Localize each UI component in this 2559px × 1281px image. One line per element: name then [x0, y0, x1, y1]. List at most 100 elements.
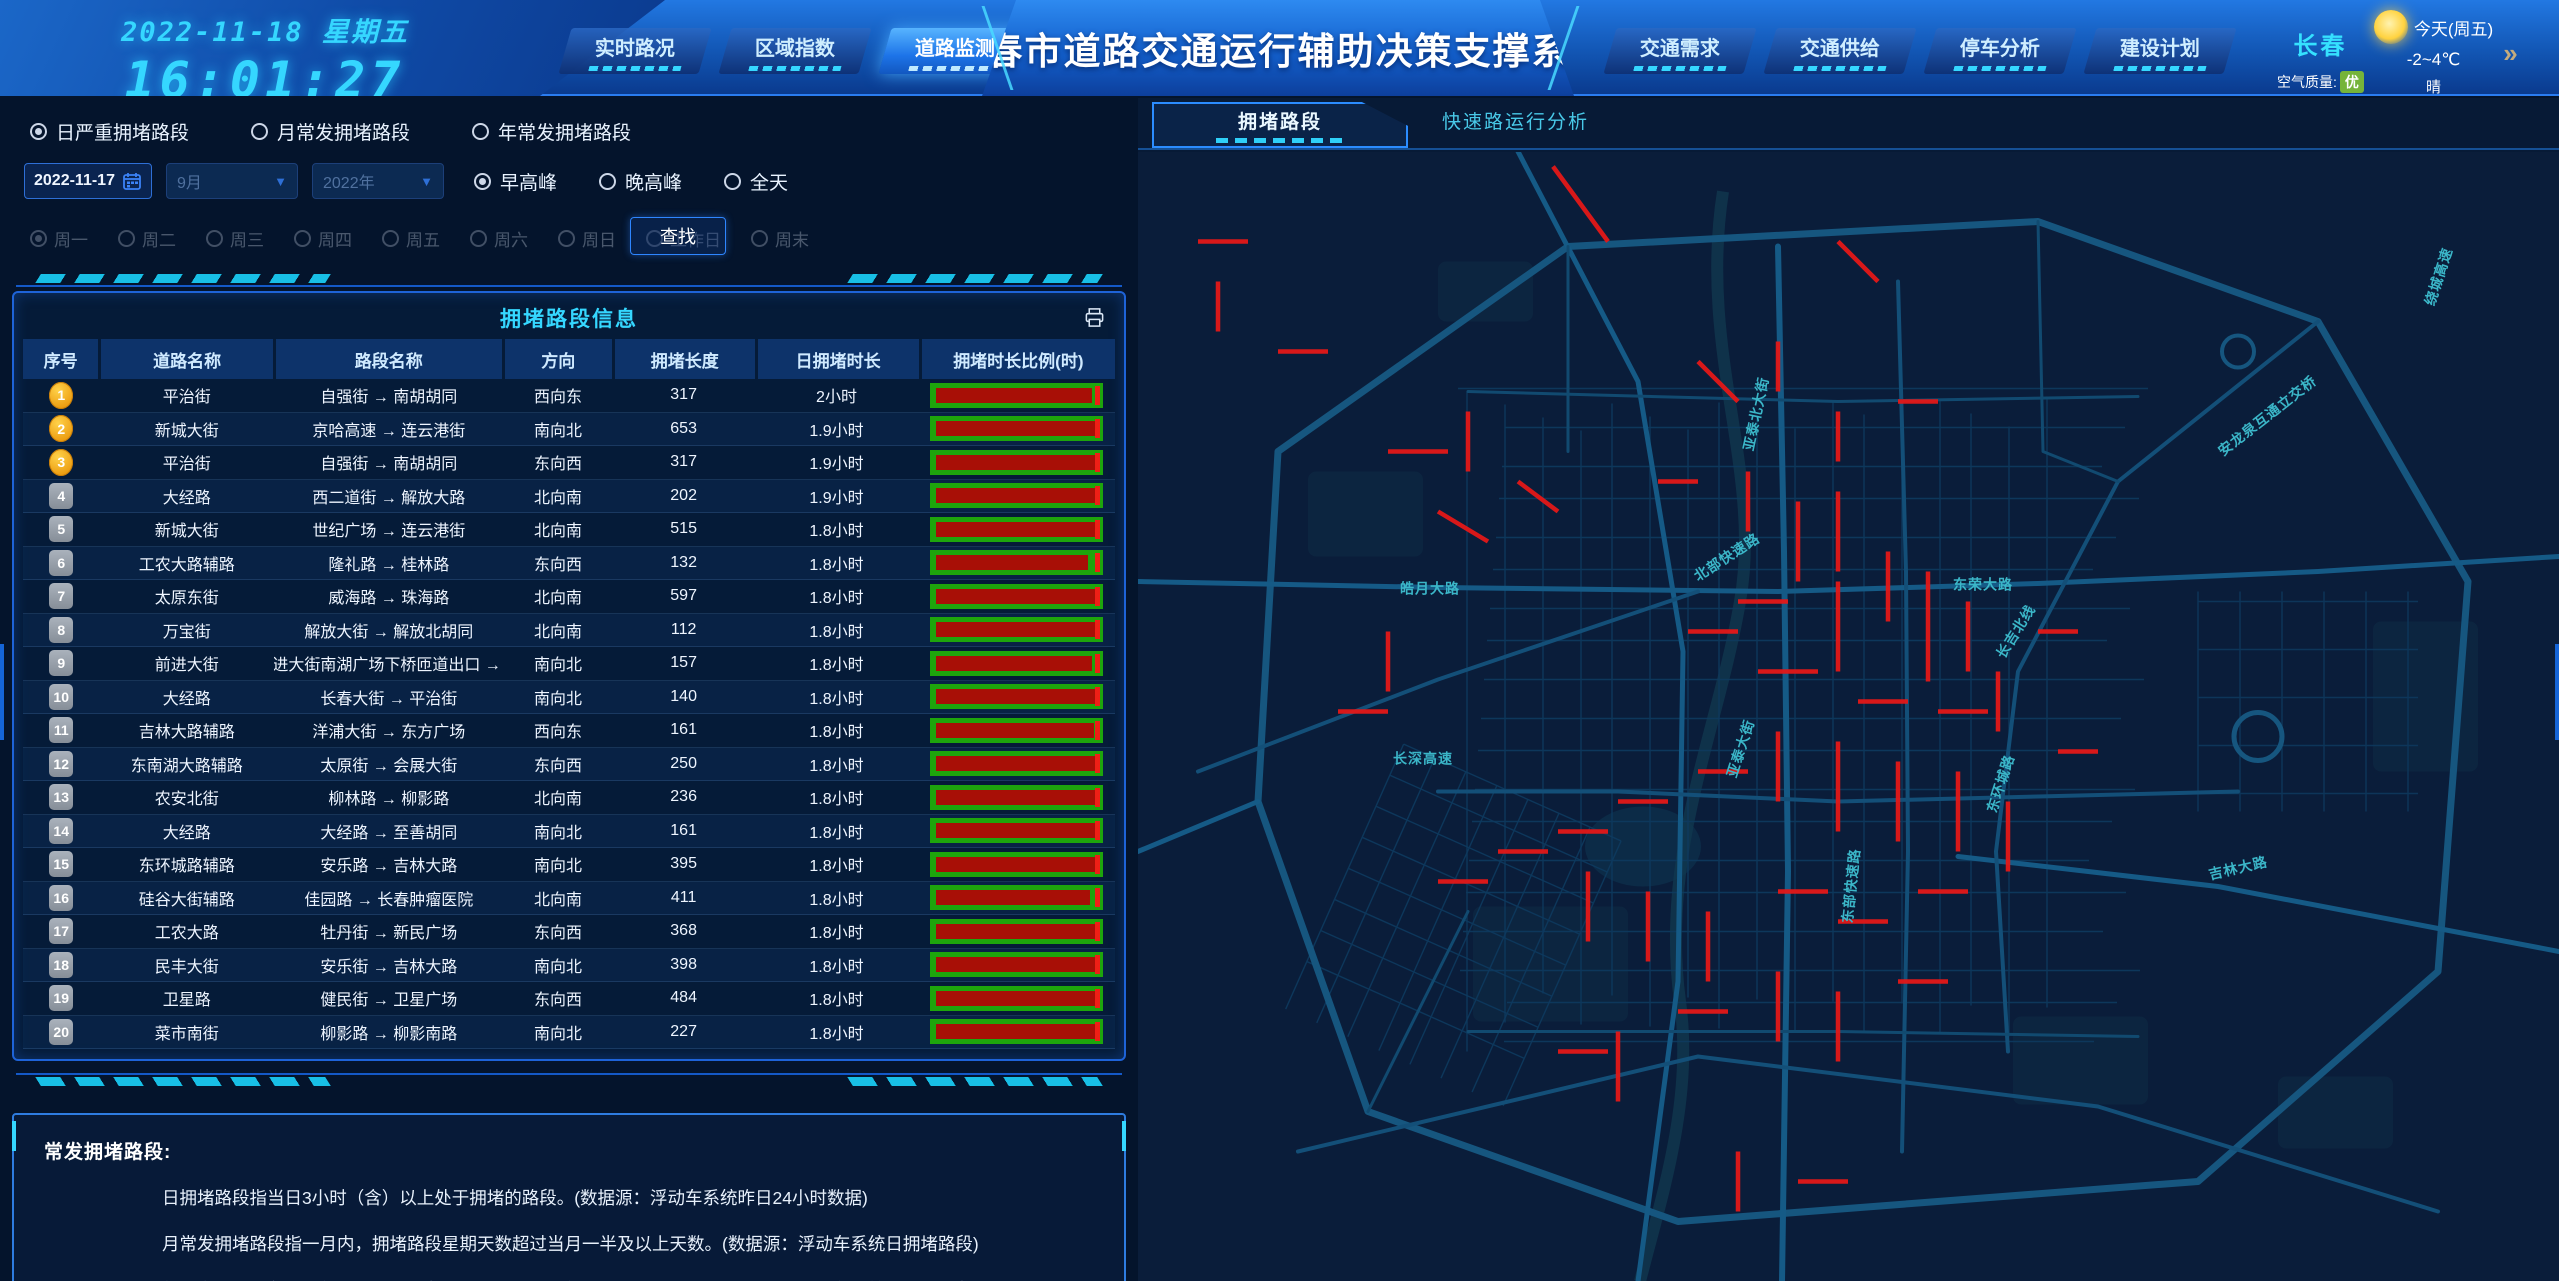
air-quality-badge: 优: [2340, 71, 2364, 93]
table-header-row: 序号道路名称路段名称方向拥堵长度日拥堵时长拥堵时长比例(时): [23, 339, 1115, 379]
ratio-bar-tick: [1095, 955, 1100, 974]
table-row[interactable]: 6工农大路辅路隆礼路 → 桂林路东向西1321.8小时: [23, 547, 1115, 581]
radio-type-日严重拥堵路段[interactable]: 日严重拥堵路段: [30, 118, 189, 145]
radio-type-年常发拥堵路段[interactable]: 年常发拥堵路段: [472, 118, 631, 145]
ratio-bar-tick: [1095, 821, 1100, 840]
table-row[interactable]: 13农安北街柳林路 → 柳影路北向南2361.8小时: [23, 781, 1115, 815]
map-tab-拥堵路段[interactable]: 拥堵路段: [1152, 102, 1408, 148]
radio-weekday-周六[interactable]: 周六: [470, 226, 528, 251]
table-row[interactable]: 2新城大街京哈高速 → 连云港街南向北6531.9小时: [23, 413, 1115, 447]
table-row[interactable]: 12东南湖大路辅路太原街 → 会展大街东向西2501.8小时: [23, 748, 1115, 782]
radio-weekday-周四[interactable]: 周四: [294, 226, 352, 251]
radio-type-月常发拥堵路段[interactable]: 月常发拥堵路段: [251, 118, 410, 145]
table-row[interactable]: 18民丰大街安乐街 → 吉林大路南向北3981.8小时: [23, 949, 1115, 983]
radio-weekday-周二[interactable]: 周二: [118, 226, 176, 251]
table-row[interactable]: 17工农大路牡丹街 → 新民广场东向西3681.8小时: [23, 915, 1115, 949]
segment-name: 京哈高速 → 连云港街: [274, 417, 503, 441]
nav-tab-停车分析[interactable]: 停车分析: [1923, 28, 2076, 74]
dash-decor: [35, 1077, 331, 1086]
table-row[interactable]: 5新城大街世纪广场 → 连云港街北向南5151.8小时: [23, 513, 1115, 547]
ratio-bar-tick: [1095, 587, 1100, 606]
nav-tab-交通供给[interactable]: 交通供给: [1763, 28, 1916, 74]
congestion-duration: 1.8小时: [755, 785, 919, 809]
radio-period-早高峰[interactable]: 早高峰: [474, 168, 557, 195]
divider-line: [16, 285, 1122, 287]
svg-text:皓月大路: 皓月大路: [1400, 581, 1460, 597]
table-row[interactable]: 9前进大街前进大街南湖广场下桥匝道出口 → …南向北1571.8小时: [23, 647, 1115, 681]
road-name: 平治街: [99, 450, 274, 474]
table-row[interactable]: 14大经路大经路 → 至善胡同南向北1611.8小时: [23, 815, 1115, 849]
radio-icon: [599, 173, 616, 190]
ratio-bar-red: [936, 1024, 1097, 1039]
road-name: 大经路: [99, 484, 274, 508]
congestion-duration: 1.8小时: [755, 953, 919, 977]
nav-tab-实时路况[interactable]: 实时路况: [558, 28, 711, 74]
congestion-length: 653: [613, 420, 755, 438]
date-picker[interactable]: 2022-11-17: [24, 163, 152, 199]
radio-period-全天[interactable]: 全天: [724, 168, 788, 195]
weather-widget: 长春 空气质量:优 今天(周五) -2~4℃ 晴 »: [2277, 10, 2553, 97]
congestion-length: 132: [613, 554, 755, 572]
rank-badge: 3: [49, 449, 73, 476]
chevron-down-icon: ▼: [274, 174, 287, 189]
map-panel: 拥堵路段快速路运行分析 亚泰北大街北部快速路东荣大路长吉北线安龙泉互通立交桥绕城…: [1138, 98, 2559, 1281]
duration-ratio-bar: [930, 383, 1103, 408]
tab-underline-decor: [748, 66, 841, 71]
table-row[interactable]: 16硅谷大街辅路佳园路 → 长春肿瘤医院北向南4111.8小时: [23, 882, 1115, 916]
duration-ratio-bar: [930, 651, 1103, 676]
congestion-length: 597: [613, 587, 755, 605]
svg-text:东荣大路: 东荣大路: [1953, 577, 2013, 593]
note-line: 月常发拥堵路段指一月内，拥堵路段星期天数超过当月一半及以上天数。(数据源：浮动车…: [162, 1231, 1094, 1256]
print-button[interactable]: [1084, 307, 1105, 333]
table-row[interactable]: 1平治街自强街 → 南胡胡同西向东3172小时: [23, 379, 1115, 413]
radio-weekday-周五[interactable]: 周五: [382, 226, 440, 251]
radio-weekday-周末[interactable]: 周末: [751, 226, 809, 251]
weather-more-chevron-icon[interactable]: »: [2503, 38, 2517, 69]
year-select[interactable]: 2022年 ▼: [312, 163, 444, 199]
direction: 西向东: [503, 718, 612, 742]
table-row[interactable]: 20菜市南街柳影路 → 柳影南路南向北2271.8小时: [23, 1016, 1115, 1050]
table-row[interactable]: 11吉林大路辅路洋浦大街 → 东方广场西向东1611.8小时: [23, 714, 1115, 748]
month-select[interactable]: 9月 ▼: [166, 163, 298, 199]
segment-name: 自强街 → 南胡胡同: [274, 450, 503, 474]
rank-badge: 15: [49, 851, 73, 877]
peak-period-radio-group: 早高峰 晚高峰 全天: [474, 168, 788, 195]
direction: 北向南: [503, 517, 612, 541]
table-row[interactable]: 3平治街自强街 → 南胡胡同东向西3171.9小时: [23, 446, 1115, 480]
table-row[interactable]: 4大经路西二道街 → 解放大路北向南2021.9小时: [23, 480, 1115, 514]
radio-weekday-周三[interactable]: 周三: [206, 226, 264, 251]
duration-ratio-bar: [930, 684, 1103, 709]
nav-tab-label: 交通需求: [1640, 32, 1720, 61]
congestion-duration: 1.8小时: [755, 819, 919, 843]
tab-underline-decor: [588, 66, 681, 71]
city-map-canvas[interactable]: 亚泰北大街北部快速路东荣大路长吉北线安龙泉互通立交桥绕城高速东环城路吉林大路东部…: [1138, 152, 2559, 1281]
segment-name: 安乐路 → 吉林大路: [274, 852, 503, 876]
nav-tab-建设计划[interactable]: 建设计划: [2083, 28, 2236, 74]
rank-badge: 6: [49, 550, 73, 576]
map-tab-快速路运行分析[interactable]: 快速路运行分析: [1442, 107, 1589, 148]
radio-weekday-周日[interactable]: 周日: [558, 226, 616, 251]
dash-decor: [35, 274, 331, 283]
tab-underline-decor: [2113, 66, 2206, 71]
table-row[interactable]: 10大经路长春大街 → 平治街南向北1401.8小时: [23, 681, 1115, 715]
congestion-length: 395: [613, 855, 755, 873]
ratio-bar-red: [936, 689, 1095, 704]
ratio-bar-red: [936, 388, 1092, 403]
table-row[interactable]: 7太原东街威海路 → 珠海路北向南5971.8小时: [23, 580, 1115, 614]
congestion-length: 236: [613, 788, 755, 806]
table-row[interactable]: 15东环城路辅路安乐路 → 吉林大路南向北3951.8小时: [23, 848, 1115, 882]
table-row[interactable]: 8万宝街解放大街 → 解放北胡同北向南1121.8小时: [23, 614, 1115, 648]
nav-tab-区域指数[interactable]: 区域指数: [718, 28, 871, 74]
nav-tab-交通需求[interactable]: 交通需求: [1603, 28, 1756, 74]
ratio-bar-red: [936, 555, 1088, 570]
table-row[interactable]: 19卫星路健民街 → 卫星广场东向西4841.8小时: [23, 982, 1115, 1016]
notes-lines: 日拥堵路段指当日3小时（含）以上处于拥堵的路段。(数据源：浮动车系统昨日24小时…: [44, 1185, 1094, 1281]
column-header: 道路名称: [101, 339, 273, 379]
segment-name: 柳林路 → 柳影路: [274, 785, 503, 809]
search-button[interactable]: 查找: [630, 217, 726, 255]
radio-weekday-周一[interactable]: 周一: [30, 226, 88, 251]
radio-period-晚高峰[interactable]: 晚高峰: [599, 168, 682, 195]
ratio-bar-tick: [1095, 1022, 1100, 1041]
ratio-bar-red: [936, 924, 1095, 939]
notes-title: 常发拥堵路段:: [44, 1137, 1094, 1164]
